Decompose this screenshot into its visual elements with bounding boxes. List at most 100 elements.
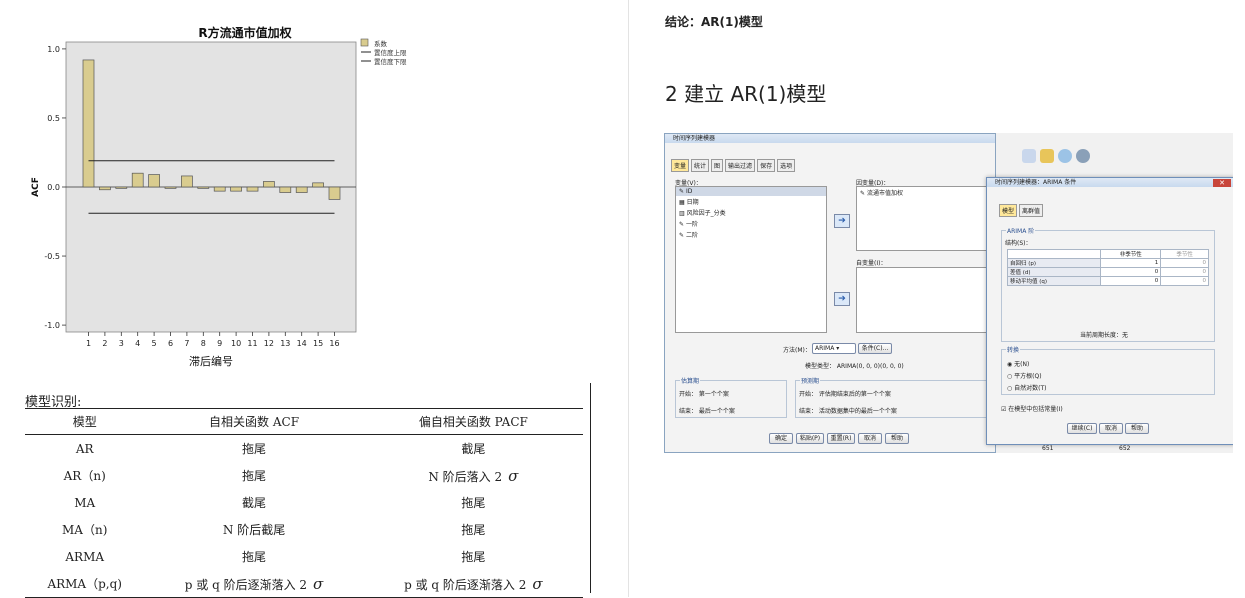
table-row: 自回归 (p) 1 0	[1006, 258, 1209, 268]
continue-button[interactable]: 继续(C)	[1067, 423, 1097, 434]
tab-outliers[interactable]: 离群值	[1019, 204, 1044, 217]
sigma-symbol: σ	[532, 574, 543, 593]
reset-button[interactable]: 重置(R)	[827, 433, 855, 444]
grid-row-label: 自回归 (p)	[1006, 258, 1102, 268]
ok-button[interactable]: 确定	[769, 433, 793, 444]
radio-label: 自然对数(T)	[1014, 385, 1047, 392]
tab-statistics[interactable]: 统计	[691, 159, 710, 172]
window-title: 时间序列建模器：ARIMA 条件	[995, 179, 1077, 186]
x-tick-label: 2	[102, 339, 107, 348]
list-item[interactable]: ✎ ID	[676, 187, 826, 196]
time-series-modeler-window: 时间序列建模器 变量 统计 图 输出过滤 保存 选项 变量(V)： ✎ ID ▦…	[664, 133, 996, 453]
section-heading: 2 建立 AR(1)模型	[665, 82, 827, 106]
paste-button[interactable]: 粘贴(P)	[796, 433, 824, 444]
arima-orders-grid[interactable]: 非季节性 季节性 自回归 (p) 1 0 差值 (d) 0 0 移动平均值 (q…	[1006, 249, 1209, 286]
close-icon[interactable]: ✕	[1213, 179, 1231, 187]
move-to-independent-arrow-icon[interactable]: ➔	[834, 292, 850, 306]
table-cell: N 阶后落入 2 σ	[364, 462, 583, 489]
table-cell-text: N 阶后落入 2	[428, 469, 503, 484]
include-constant-checkbox[interactable]: ☑ 在模型中包括常量(I)	[1001, 404, 1063, 413]
arima-orders-group: ARIMA 阶 结构(S)： 非季节性 季节性 自回归 (p) 1 0 差值 (…	[1001, 226, 1215, 342]
list-item[interactable]: ▥ 风险因子_分类	[676, 207, 826, 218]
list-item[interactable]: ▦ 日期	[676, 196, 826, 207]
list-item[interactable]: ✎ 流通市值加权	[857, 187, 992, 198]
pattern-icon[interactable]	[1040, 149, 1054, 163]
grid-header: 非季节性	[1100, 249, 1162, 259]
acf-bar	[131, 172, 144, 188]
acf-bar	[230, 186, 242, 192]
table-side-rule	[590, 383, 591, 593]
variables-list[interactable]: ✎ ID ▦ 日期 ▥ 风险因子_分类 ✎ 一阶 ✎ 二阶	[675, 186, 827, 333]
group-title: ARIMA 阶	[1006, 226, 1036, 235]
tab-save[interactable]: 保存	[757, 159, 776, 172]
x-tick-label: 8	[201, 339, 206, 348]
table-cell: 拖尾	[461, 550, 486, 564]
table-row: MA 截尾 拖尾	[25, 489, 583, 516]
window-title: 时间序列建模器	[673, 135, 716, 142]
sphere-icon[interactable]	[1076, 149, 1090, 163]
table-cell: 拖尾	[242, 469, 267, 483]
tab-plots[interactable]: 图	[711, 159, 724, 172]
cancel-button[interactable]: 取消	[1099, 423, 1123, 434]
acf-bar	[164, 186, 177, 189]
acf-bar	[312, 182, 324, 188]
table-cell: N 阶后截尾	[222, 523, 286, 537]
dependent-list[interactable]: ✎ 流通市值加权	[856, 186, 993, 251]
list-item[interactable]: ✎ 二阶	[676, 229, 826, 240]
table-row: 移动平均值 (q) 0 0	[1006, 276, 1209, 286]
table-cell: AR	[75, 441, 94, 456]
grid-header: 季节性	[1160, 249, 1209, 259]
x-tick-label: 3	[119, 339, 124, 348]
grid-cell[interactable]: 0	[1100, 276, 1162, 286]
table-header: 偏自相关函数 PACF	[363, 408, 583, 435]
tab-model[interactable]: 模型	[999, 204, 1018, 217]
cancel-button[interactable]: 取消	[858, 433, 882, 444]
independent-list[interactable]	[856, 267, 993, 333]
radio-none[interactable]: ◉ 无(N)	[1007, 359, 1029, 368]
x-tick-label: 10	[231, 339, 241, 348]
table-header: 模型	[25, 408, 145, 435]
sigma-symbol: σ	[508, 466, 519, 485]
tab-bar: 模型 离群值	[999, 204, 1233, 217]
grid-cell[interactable]: 0	[1160, 258, 1209, 268]
acf-bar	[115, 186, 128, 189]
acf-bar	[279, 186, 292, 193]
table-cell-text: p 或 q 阶后逐渐落入 2	[404, 577, 527, 592]
radio-natural-log[interactable]: ○ 自然对数(T)	[1007, 383, 1047, 392]
chart-legend: 系数置信度上限置信度下限	[360, 38, 407, 66]
model-identification-table: 模型 自相关函数 ACF 偏自相关函数 PACF AR 拖尾 截尾 AR（n) …	[25, 408, 583, 598]
tab-output-filter[interactable]: 输出过滤	[725, 159, 756, 172]
acf-bar	[148, 174, 160, 188]
list-item[interactable]: ✎ 一阶	[676, 218, 826, 229]
grid-header	[1006, 249, 1102, 259]
table-row: MA（n) N 阶后截尾 拖尾	[25, 516, 583, 543]
grid-row-label: 差值 (d)	[1006, 267, 1102, 277]
move-to-dependent-arrow-icon[interactable]: ➔	[834, 214, 850, 228]
acf-bar	[213, 186, 226, 192]
circle-icon[interactable]	[1058, 149, 1072, 163]
estimation-start: 开始： 第一个个案	[679, 391, 729, 398]
x-tick-label: 16	[329, 339, 339, 348]
criteria-button[interactable]: 条件(C)...	[858, 343, 892, 354]
period-length-text: 当前周期长度：无	[1080, 332, 1129, 339]
table-cell: MA	[74, 495, 96, 510]
estimation-period-group: 估算期 开始： 第一个个案 结束： 最后一个个案	[675, 376, 787, 418]
tab-options[interactable]: 选项	[777, 159, 796, 172]
help-button[interactable]: 帮助	[1125, 423, 1149, 434]
method-select[interactable]: ARIMA ▾	[812, 343, 856, 354]
help-button[interactable]: 帮助	[885, 433, 909, 444]
grid-cell[interactable]: 1	[1100, 258, 1162, 268]
table-row: 差值 (d) 0 0	[1006, 267, 1209, 277]
grid-cell[interactable]: 0	[1160, 267, 1209, 277]
forecast-end: 结束： 活动数据集中的最后一个个案	[799, 408, 897, 415]
table-row: ARMA 拖尾 拖尾	[25, 543, 583, 570]
grid-cell[interactable]: 0	[1100, 267, 1162, 277]
table-header: 自相关函数 ACF	[144, 408, 364, 435]
window-titlebar: 时间序列建模器	[665, 134, 995, 143]
grid-cell[interactable]: 0	[1160, 276, 1209, 286]
tab-variables[interactable]: 变量	[671, 159, 690, 172]
group-title: 转换	[1006, 345, 1021, 354]
legend-swatch	[360, 38, 369, 47]
chart-icon[interactable]	[1022, 149, 1036, 163]
radio-square-root[interactable]: ○ 平方根(Q)	[1007, 371, 1042, 380]
